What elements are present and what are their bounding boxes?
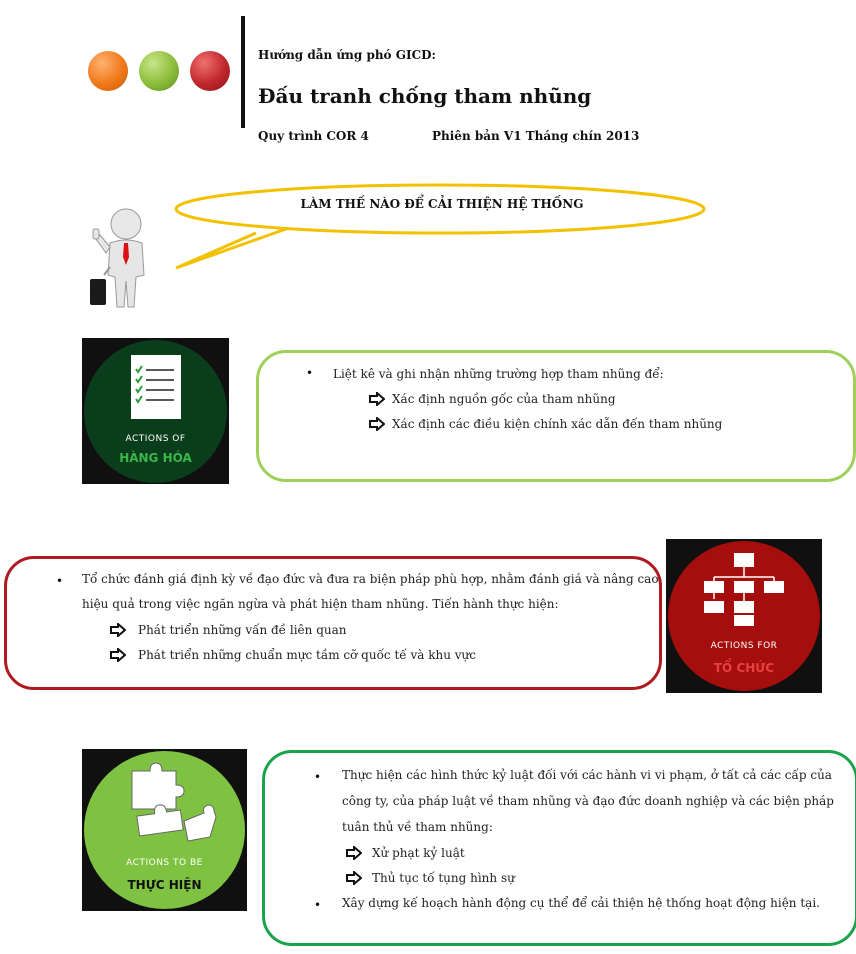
bullet-icon: • <box>314 770 322 784</box>
callout-text: LÀM THẾ NÀO ĐỂ CẢI THIỆN HỆ THỐNG <box>300 197 584 211</box>
page-title: Đấu tranh chống tham nhũng <box>258 84 592 108</box>
tile-caption: ACTIONS FOR <box>710 641 778 651</box>
tile-name: THỰC HIỆN <box>127 878 202 892</box>
arrow-icon <box>110 648 126 662</box>
puzzle-icon <box>131 762 217 842</box>
section-text-line: Thực hiện các hình thức kỷ luật đối với … <box>342 768 832 782</box>
section-text-line: hiệu quả trong việc ngăn ngừa và phát hi… <box>82 597 559 611</box>
section-text: Xây dựng kế hoạch hành động cụ thể để cả… <box>342 896 820 910</box>
header-divider <box>241 16 245 128</box>
section-text-line: tuân thủ về tham nhũng: <box>342 820 493 834</box>
tile-caption: ACTIONS OF <box>125 434 186 444</box>
section-text-line: Tổ chức đánh giá định kỳ về đạo đức và đ… <box>82 572 659 586</box>
tile-name: TỔ CHỨC <box>713 661 775 675</box>
arrow-icon <box>369 417 385 431</box>
section-text: Liệt kê và ghi nhận những trường hợp tha… <box>333 367 664 381</box>
actions-hang-hoa-tile: ACTIONS OF HÀNG HÓA <box>82 338 229 484</box>
org-chart-icon <box>704 553 784 626</box>
process-label: Quy trình COR 4 <box>258 129 369 143</box>
speech-bubble <box>174 183 706 270</box>
list-item: Xác định các điều kiện chính xác dẫn đến… <box>392 417 723 431</box>
arrow-icon <box>110 623 126 637</box>
section-text-line: công ty, của pháp luật về tham nhũng và … <box>342 794 834 808</box>
orange-dot-icon <box>88 51 128 91</box>
list-item: Thủ tục tố tụng hình sự <box>372 871 515 885</box>
green-dot-icon <box>139 51 179 91</box>
list-item: Xử phạt kỷ luật <box>372 846 465 860</box>
arrow-icon <box>346 846 362 860</box>
version-label: Phiên bản V1 Tháng chín 2013 <box>432 129 640 143</box>
arrow-icon <box>346 871 362 885</box>
red-dot-icon <box>190 51 230 91</box>
tile-caption: ACTIONS TO BE <box>126 858 203 868</box>
checklist-icon <box>131 355 181 419</box>
actions-thuc-hien-tile: ACTIONS TO BE THỰC HIỆN <box>82 749 247 911</box>
bullet-icon: • <box>314 898 322 912</box>
arrow-icon <box>369 392 385 406</box>
tile-name: HÀNG HÓA <box>119 451 192 465</box>
list-item: Phát triển những vấn đề liên quan <box>138 623 347 637</box>
guide-label: Hướng dẫn ứng phó GICD: <box>258 48 436 62</box>
businessman-figure-icon <box>90 208 145 308</box>
bullet-icon: • <box>306 366 314 380</box>
list-item: Phát triển những chuẩn mực tầm cỡ quốc t… <box>138 648 476 662</box>
list-item: Xác định nguồn gốc của tham nhũng <box>392 392 616 406</box>
bullet-icon: • <box>56 574 64 588</box>
actions-to-chuc-tile: ACTIONS FOR TỔ CHỨC <box>666 539 822 693</box>
